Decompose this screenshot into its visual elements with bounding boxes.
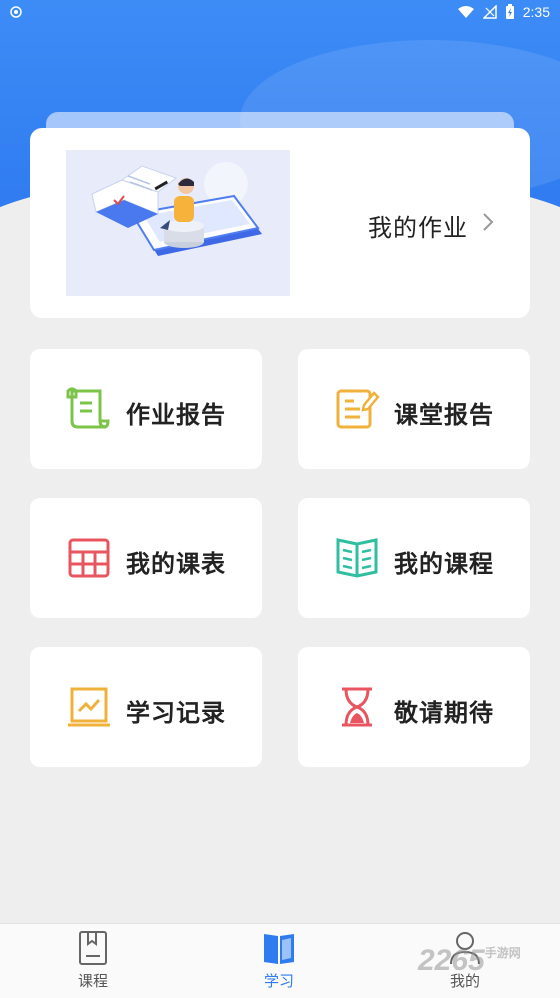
table-grid-icon (68, 538, 110, 578)
tile-my-schedule[interactable]: 我的课表 (30, 498, 262, 618)
wifi-icon (457, 6, 474, 18)
tile-label: 课堂报告 (394, 402, 494, 429)
nav-study[interactable]: 学习 (219, 924, 339, 998)
homework-illustration (66, 150, 290, 296)
nav-courses[interactable]: 课程 (33, 924, 153, 998)
scroll-icon (66, 387, 110, 429)
tile-my-courses[interactable]: 我的课程 (298, 498, 530, 618)
tile-label: 敬请期待 (394, 700, 494, 727)
tile-label: 学习记录 (126, 700, 226, 727)
status-time: 2:35 (522, 4, 550, 20)
watermark-text: 2265 (418, 944, 485, 977)
chevron-right-icon (483, 213, 494, 231)
tile-label: 作业报告 (126, 402, 226, 429)
status-bar: 2:35 (0, 0, 560, 26)
watermark-sub: 手游网 (484, 946, 521, 960)
course-doc-icon (79, 931, 107, 965)
tile-learning-record[interactable]: 学习记录 (30, 647, 262, 767)
hourglass-icon (342, 687, 372, 727)
tile-homework-report[interactable]: 作业报告 (30, 349, 262, 469)
chart-board-icon (68, 687, 110, 727)
tile-class-report[interactable]: 课堂报告 (298, 349, 530, 469)
tile-coming-soon[interactable]: 敬请期待 (298, 647, 530, 767)
signal-icon (482, 5, 497, 19)
nav-label: 学习 (263, 973, 294, 990)
study-book-icon (264, 934, 294, 964)
notepad-pen-icon (336, 389, 380, 429)
nav-label: 课程 (77, 973, 108, 990)
notification-icon (10, 6, 22, 18)
battery-charging-icon (505, 4, 514, 19)
my-homework-title: 我的作业 (368, 215, 468, 242)
watermark-logo: 2265手游网 (418, 944, 521, 978)
open-book-icon (336, 538, 378, 578)
my-homework-card[interactable]: 我的作业 (30, 128, 530, 318)
tile-label: 我的课表 (126, 551, 226, 578)
tile-label: 我的课程 (394, 551, 494, 578)
